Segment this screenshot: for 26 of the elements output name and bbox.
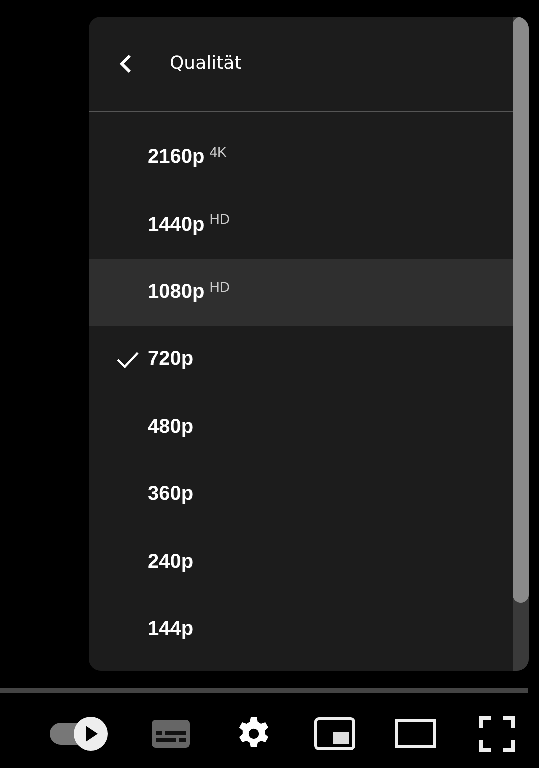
autoplay-toggle-icon — [49, 716, 109, 752]
option-label: 360p — [148, 483, 194, 506]
resolution-tag-label: HD — [210, 211, 230, 228]
theater-mode-icon — [395, 719, 437, 749]
quality-option[interactable]: 1080p HD — [89, 258, 513, 326]
fullscreen-icon — [479, 716, 515, 752]
subtitles-icon — [152, 719, 190, 749]
option-label: 720p — [148, 348, 194, 372]
option-label: 1080p — [148, 280, 205, 304]
option-label: 1440p — [148, 214, 205, 237]
quality-option[interactable]: 144p — [89, 596, 513, 664]
resolution-tag-label: HD — [210, 278, 230, 295]
option-label: 480p — [148, 416, 194, 439]
scrollbar-thumb[interactable] — [513, 17, 529, 603]
quality-option[interactable]: 240p — [89, 528, 513, 596]
option-label: 240p — [148, 550, 194, 574]
quality-option[interactable]: 720p — [89, 326, 513, 394]
quality-option[interactable]: 2160p 4K — [89, 124, 513, 192]
quality-option[interactable]: 1440p HD — [89, 191, 513, 259]
menu-title: Qualität — [170, 52, 242, 74]
quality-option[interactable]: 480p — [89, 394, 513, 461]
option-label: 144p — [148, 618, 194, 641]
resolution-tag-label: 4K — [210, 144, 227, 160]
quality-option[interactable]: 360p — [89, 460, 513, 528]
option-label: 2160p — [148, 146, 205, 170]
miniplayer-icon — [314, 717, 356, 751]
